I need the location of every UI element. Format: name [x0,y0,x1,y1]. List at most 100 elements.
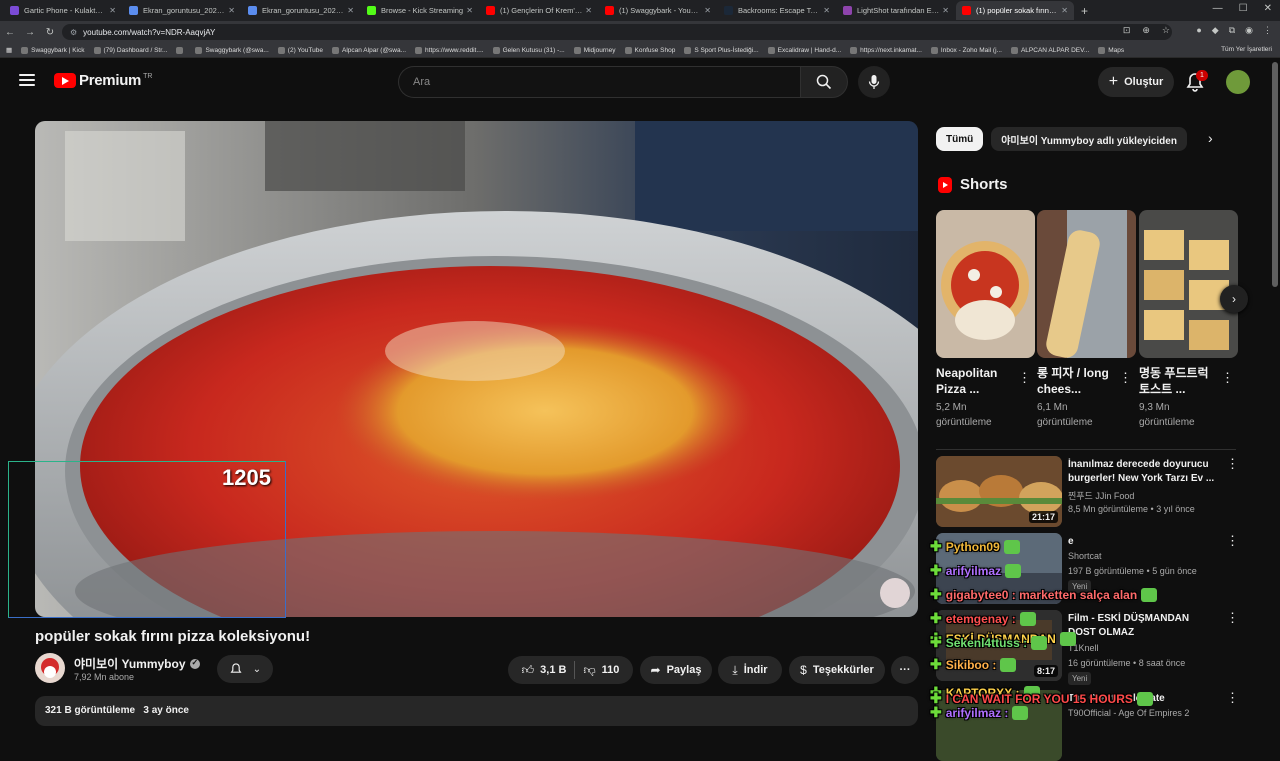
browser-tab[interactable]: (1) Gençlerin Of Krem'i yeterin✕ [480,1,598,20]
recommended-video[interactable]: The Great Stalemate T90Official - Age Of… [936,690,1239,761]
recommended-video[interactable]: e Shortcat 197 B görüntüleme • 5 gün önc… [936,533,1239,605]
short-title[interactable]: 명동 푸드트럭 토스트 ... [1139,365,1219,397]
more-actions-button[interactable]: ··· [891,656,919,684]
profile-icon[interactable]: ◉ [1245,25,1253,36]
browser-tab[interactable]: Ekran_goruntusu_2025-09-22_0✕ [123,1,241,20]
thumbs-up-icon[interactable]: 👍︎ [522,663,535,678]
bookmark-item[interactable]: Gelen Kutusu (31) -... [492,46,565,54]
chip-from-uploader[interactable]: 야미보이 Yummyboy adlı yükleyiciden [991,127,1187,151]
close-tab-icon[interactable]: ✕ [466,6,473,15]
site-info-icon[interactable]: ⚙ [70,28,77,37]
short-title[interactable]: Neapolitan Pizza ... [936,365,1016,397]
bookmark-item[interactable]: S Sport Plus-İstediği... [684,46,759,54]
bookmark-item[interactable]: Swaggybark | Kick [21,46,85,54]
bookmark-item[interactable]: Inbox - Zoho Mail (j... [930,46,1002,54]
close-tab-icon[interactable]: ✕ [347,6,354,15]
like-count[interactable]: 3,1 B [540,664,566,676]
close-tab-icon[interactable]: ✕ [704,6,711,15]
close-tab-icon[interactable]: ✕ [109,6,116,15]
bookmark-item[interactable]: (2) YouTube [277,46,323,54]
search-input[interactable]: Ara [398,66,800,98]
browser-tab[interactable]: Browse - Kick Streaming ✕ [361,1,479,20]
apps-icon[interactable]: ▦ [6,46,12,54]
bookmark-item[interactable]: Maps [1098,46,1124,54]
youtube-logo[interactable]: Premium TR [54,72,152,89]
maximize-icon[interactable]: ☐ [1239,3,1248,14]
browser-tab[interactable]: LightShot tarafından Ekran Gör✕ [837,1,955,20]
forward-icon[interactable]: → [20,27,40,38]
bookmark-item[interactable]: Swaggybark (@swa... [195,46,269,54]
close-tab-icon[interactable]: ✕ [1061,6,1068,15]
all-bookmarks[interactable]: Tüm Yer İşaretleri [1221,46,1272,53]
account-avatar[interactable] [1226,70,1250,94]
video-thumbnail[interactable]: 21:17 [936,456,1062,527]
video-thumbnail[interactable] [936,690,1062,761]
more-dots-icon[interactable]: ⋮ [1119,370,1132,386]
back-icon[interactable]: ← [0,27,20,38]
dislike-count[interactable]: 110 [602,664,620,676]
video-title[interactable]: Film - ESKİ DÜŞMANDAN DOST OLMAZ [1068,612,1218,640]
channel-watermark[interactable] [880,578,910,608]
more-dots-icon[interactable]: ⋮ [1226,610,1239,626]
subscribed-notification-button[interactable]: ⌄ [217,655,273,683]
extension-icon[interactable]: ◆ [1212,25,1219,36]
video-title[interactable]: e [1068,535,1218,549]
browser-tab[interactable]: Gartic Phone - Kulaktan Kulağa✕ [4,1,122,20]
bookmark-item[interactable] [176,46,186,54]
bookmark-item[interactable]: Konfuse Shop [624,46,675,54]
create-button[interactable]: + Oluştur [1098,67,1174,97]
more-dots-icon[interactable]: ⋮ [1018,370,1031,386]
bookmark-item[interactable]: Excalidraw | Hand-d... [767,46,841,54]
new-tab-button[interactable]: + [1081,4,1088,18]
thumbs-down-icon[interactable]: 👎︎ [583,663,595,678]
zoom-icon[interactable]: ⊕ [1142,25,1150,36]
video-channel[interactable]: T90Official - Age Of Empires 2 [1068,708,1189,718]
extension-icon[interactable]: ● [1196,25,1201,36]
browser-tab[interactable]: (1) popüler sokak fırını piz ✕ [956,1,1074,20]
video-title[interactable]: İnanılmaz derecede doyurucu burgerler! N… [1068,458,1218,486]
voice-search-button[interactable] [858,66,890,98]
bookmark-item[interactable]: https://www.reddit.... [415,46,484,54]
bookmark-star-icon[interactable]: ☆ [1162,25,1170,36]
recommended-video[interactable]: 8:17 Film - ESKİ DÜŞMANDAN DOST OLMAZ T1… [936,610,1239,685]
bookmark-item[interactable]: ALPCAN ALPAR DEV... [1010,46,1089,54]
bookmark-item[interactable]: Alpcan Alpar (@swa... [331,46,406,54]
browser-tab[interactable]: (1) Swaggybark - YouTube ✕ [599,1,717,20]
minimize-icon[interactable]: — [1213,3,1223,14]
menu-dots-icon[interactable]: ⋮ [1263,25,1272,36]
video-title[interactable]: The Great Stalemate [1068,692,1218,706]
short-thumbnail[interactable] [1037,210,1136,358]
install-icon[interactable]: ⊡ [1123,25,1131,36]
video-thumbnail[interactable] [936,533,1062,604]
video-channel[interactable]: Shortcat [1068,551,1102,561]
browser-tab[interactable]: Backrooms: Escape Together S✕ [718,1,836,20]
more-dots-icon[interactable]: ⋮ [1221,370,1234,386]
puzzle-icon[interactable]: ⧉ [1229,25,1235,36]
recommended-video[interactable]: 21:17 İnanılmaz derecede doyurucu burger… [936,456,1239,528]
video-channel[interactable]: 찐푸드 JJin Food [1068,489,1134,502]
share-button[interactable]: ➦ Paylaş [640,656,712,684]
thanks-button[interactable]: $ Teşekkürler [789,656,885,684]
short-item[interactable]: 명동 푸드트럭 토스트 ... 9,3 Mn görüntüleme ⋮ [1139,210,1238,430]
reload-icon[interactable]: ↻ [40,27,60,38]
browser-tab[interactable]: Ekran_goruntusu_2025-09-22_0✕ [242,1,360,20]
channel-avatar[interactable] [35,653,65,683]
search-button[interactable] [800,66,848,98]
shorts-next-button[interactable]: › [1220,285,1248,313]
more-dots-icon[interactable]: ⋮ [1226,690,1239,706]
close-tab-icon[interactable]: ✕ [228,6,235,15]
video-channel[interactable]: T1Knell [1068,643,1099,653]
short-thumbnail[interactable] [936,210,1035,358]
more-dots-icon[interactable]: ⋮ [1226,456,1239,472]
close-tab-icon[interactable]: ✕ [585,6,592,15]
more-dots-icon[interactable]: ⋮ [1226,533,1239,549]
close-window-icon[interactable]: ✕ [1264,3,1272,14]
menu-icon[interactable] [19,74,35,86]
short-thumbnail[interactable] [1139,210,1238,358]
bookmark-item[interactable]: (79) Dashboard / Str... [93,46,167,54]
short-item[interactable]: 롱 피자 / long chees... 6,1 Mn görüntüleme … [1037,210,1136,430]
bookmark-item[interactable]: https://next.inkamat... [850,46,922,54]
close-tab-icon[interactable]: ✕ [942,6,949,15]
download-button[interactable]: ⤓ İndir [718,656,782,684]
close-tab-icon[interactable]: ✕ [823,6,830,15]
